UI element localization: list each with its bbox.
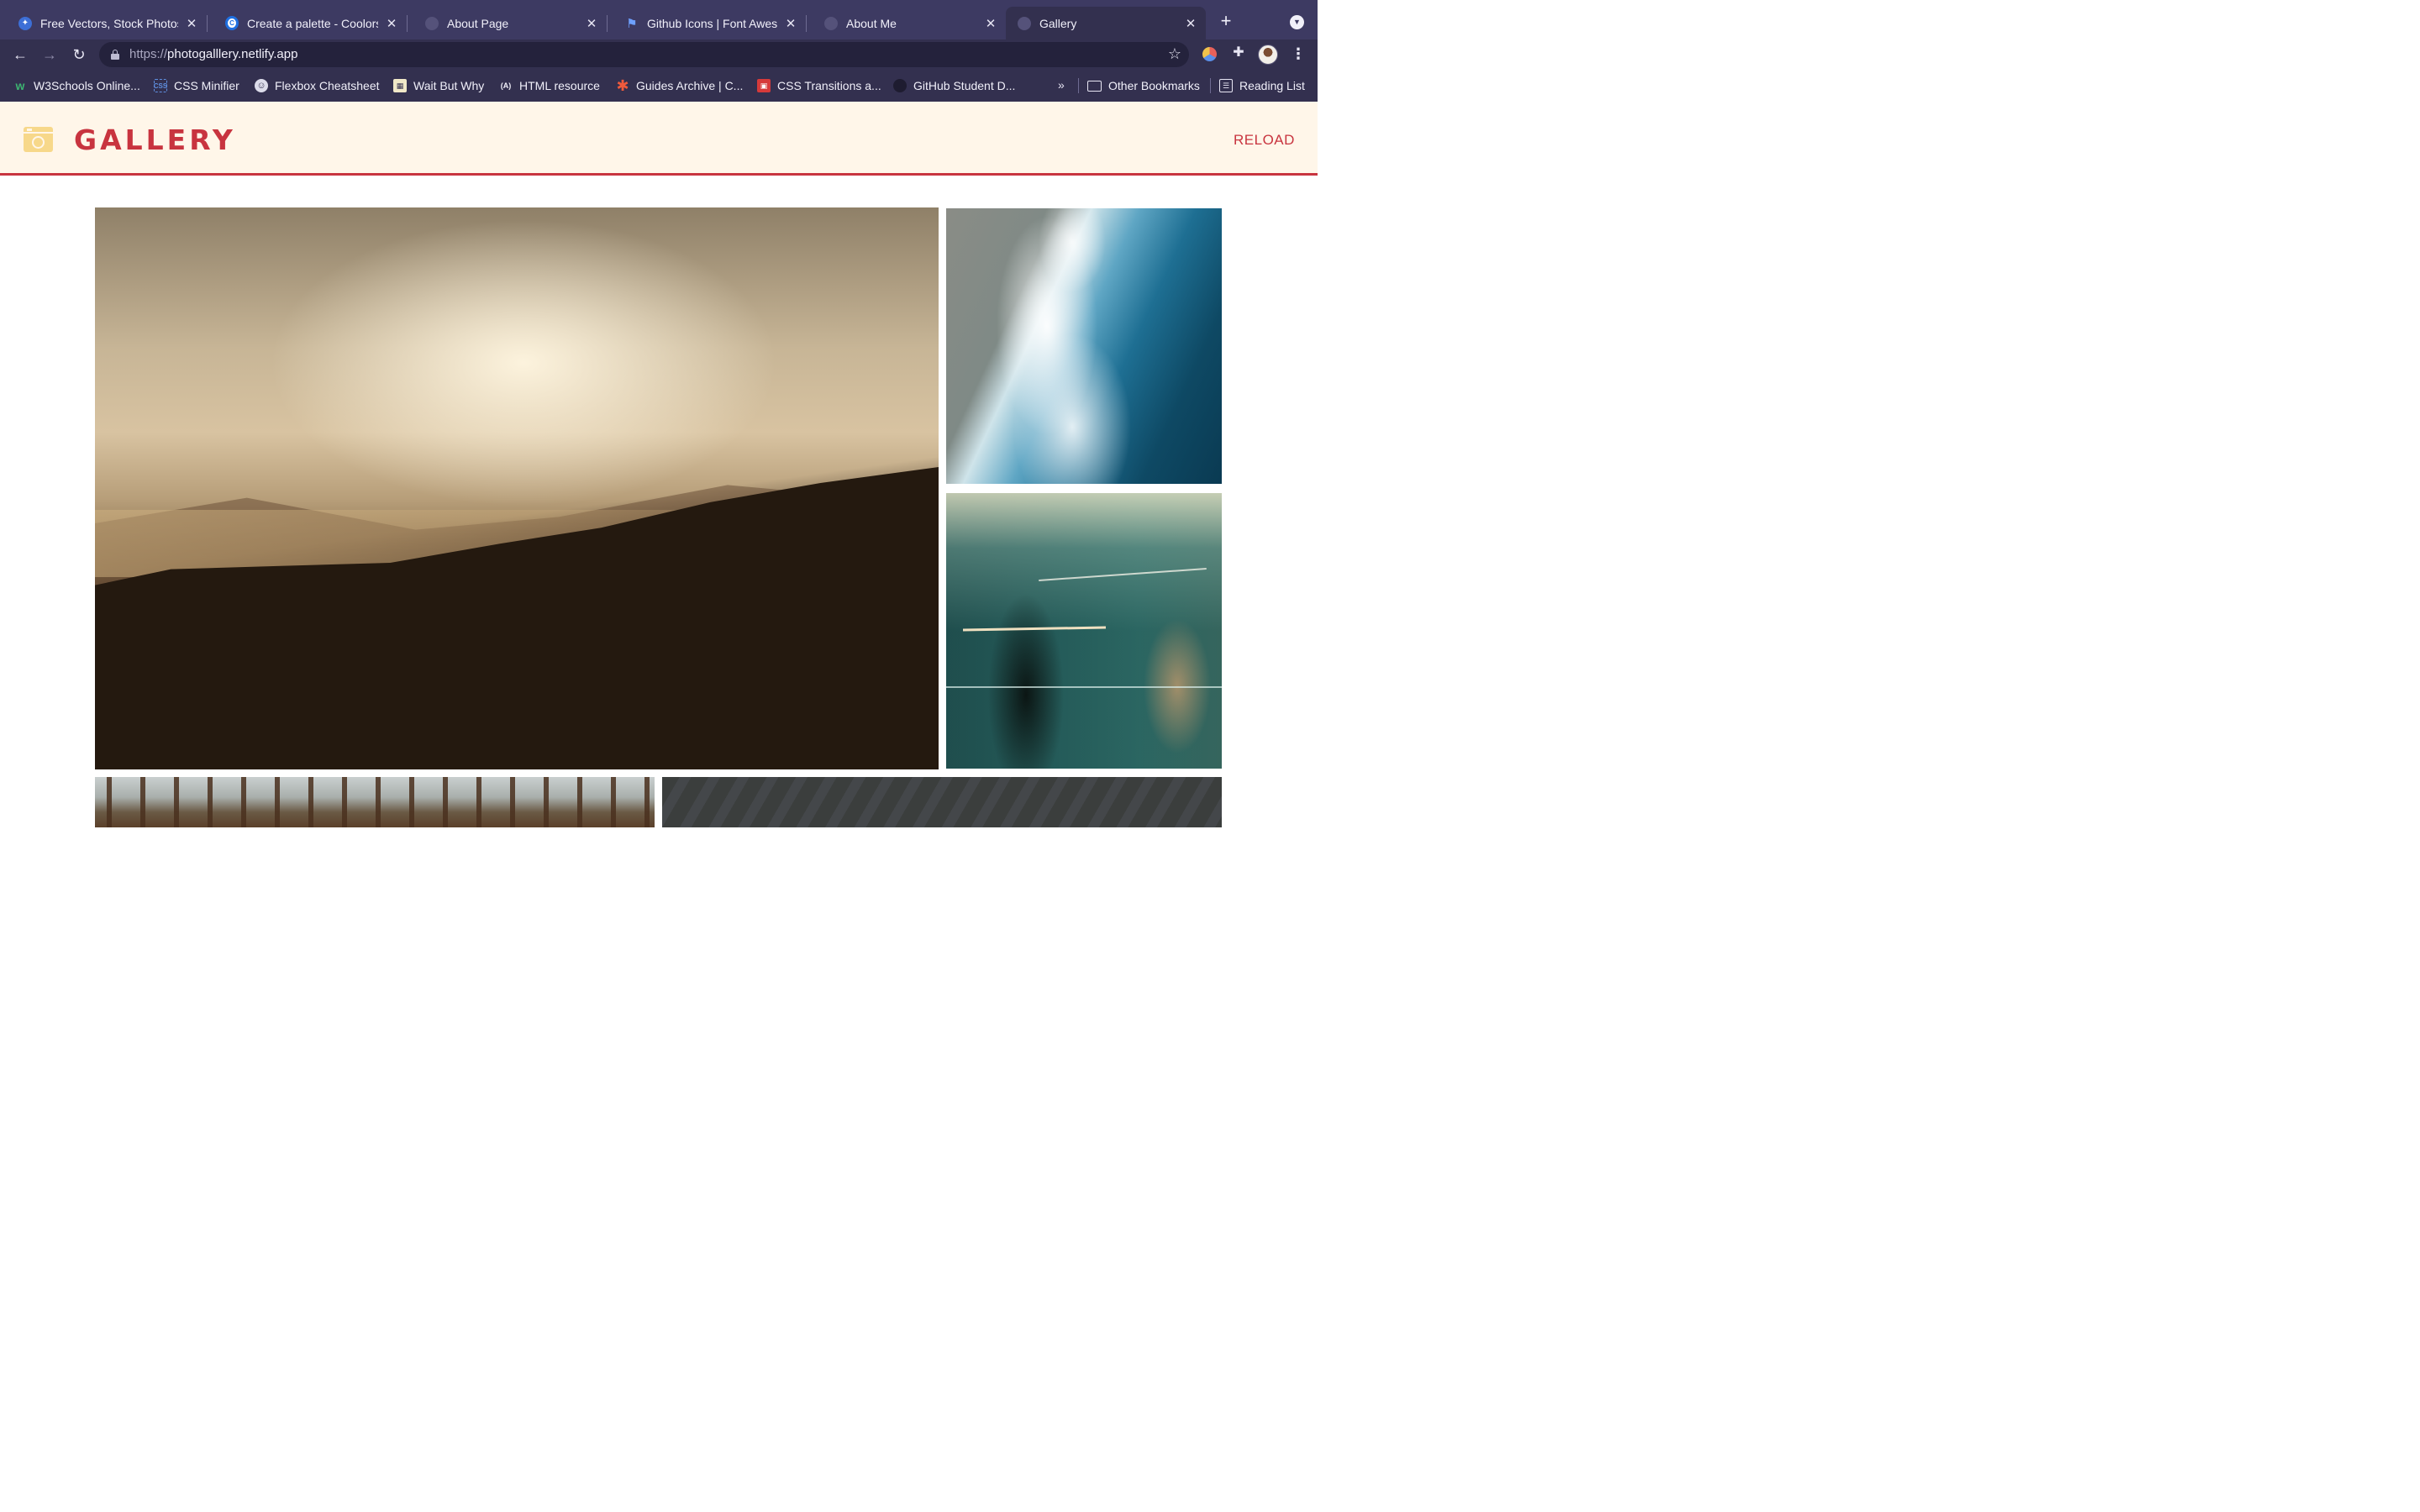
tab-gallery[interactable]: Gallery ✕: [1006, 7, 1206, 39]
bookmark-label: CSS Minifier: [174, 79, 239, 92]
url-text: https://photogalllery.netlify.app: [129, 47, 298, 61]
coolors-icon: C: [225, 16, 239, 30]
photo-pine-forest[interactable]: [95, 777, 655, 827]
reading-list-label: Reading List: [1239, 79, 1305, 92]
tab-label: Github Icons | Font Awesome: [647, 16, 777, 30]
close-icon[interactable]: ✕: [383, 15, 400, 32]
bookmark-css-minifier[interactable]: CSS CSS Minifier: [154, 78, 239, 93]
extension-icon[interactable]: [1202, 47, 1217, 61]
reading-list-icon: ☰: [1219, 79, 1233, 92]
globe-icon: [824, 16, 838, 30]
tab-label: Gallery: [1039, 16, 1077, 30]
close-icon[interactable]: ✕: [583, 15, 600, 32]
bookmark-guides-archive[interactable]: ✱ Guides Archive | C...: [616, 76, 744, 94]
other-bookmarks[interactable]: Other Bookmarks: [1087, 78, 1200, 93]
bookmark-label: HTML resource: [519, 79, 600, 92]
asterisk-icon: ✱: [616, 76, 629, 94]
back-button[interactable]: ←: [10, 45, 30, 65]
flag-icon: ⚑: [626, 16, 638, 31]
address-bar[interactable]: https://photogalllery.netlify.app ☆: [99, 42, 1189, 67]
folder-icon: [1087, 80, 1102, 92]
lock-icon[interactable]: [111, 50, 119, 60]
bookmark-html-resource[interactable]: (A) HTML resource: [499, 78, 600, 93]
close-icon[interactable]: ✕: [183, 15, 200, 32]
tab-about-page[interactable]: About Page ✕: [407, 7, 608, 39]
site-title: GALLERY: [74, 123, 236, 156]
tab-label: Free Vectors, Stock Photos: [40, 16, 178, 30]
bookmark-github-student[interactable]: GitHub Student D...: [893, 78, 1015, 93]
globe-icon: [1018, 16, 1031, 30]
tab-coolors[interactable]: C Create a palette - Coolors ✕: [207, 7, 408, 39]
bookmark-label: CSS Transitions a...: [777, 79, 881, 92]
tab-about-me[interactable]: About Me ✕: [806, 7, 1006, 39]
bookmark-star-icon[interactable]: ☆: [1168, 45, 1181, 63]
bookmark-css-transitions[interactable]: ▣ CSS Transitions a...: [757, 78, 881, 93]
bookmark-wait-but-why[interactable]: ▦ Wait But Why: [393, 78, 484, 93]
close-icon[interactable]: ✕: [1182, 15, 1199, 32]
freepik-icon: ✦: [18, 16, 32, 30]
bookmark-label: W3Schools Online...: [34, 79, 140, 92]
reload-button[interactable]: ↻: [69, 45, 89, 65]
more-menu-icon[interactable]: ⋮: [1291, 45, 1306, 62]
robot-icon: ▣: [757, 79, 771, 92]
browser-tab-bar: ✦ Free Vectors, Stock Photos ✕ C Create …: [0, 0, 1318, 39]
photo-abstract-teal-art[interactable]: [946, 493, 1222, 769]
puzzle-extensions-icon[interactable]: ✚: [1230, 45, 1247, 61]
close-icon[interactable]: ✕: [782, 15, 799, 32]
other-bookmarks-label: Other Bookmarks: [1108, 79, 1200, 92]
tab-label: About Me: [846, 16, 897, 30]
w3schools-icon: w: [15, 79, 25, 92]
photo-misty-sunset-hills[interactable]: [95, 207, 939, 769]
globe-icon: [425, 16, 439, 30]
css-icon: CSS: [154, 79, 167, 92]
tab-search-icon[interactable]: ▼: [1290, 15, 1304, 29]
bookmark-label: Guides Archive | C...: [636, 79, 744, 92]
bookmark-label: Flexbox Cheatsheet: [275, 79, 380, 92]
photo-dark-texture[interactable]: [662, 777, 1222, 827]
waitbutwhy-icon: ▦: [393, 79, 407, 92]
bookmark-label: GitHub Student D...: [913, 79, 1016, 92]
reload-link[interactable]: RELOAD: [1234, 132, 1295, 149]
bookmarks-overflow-button[interactable]: »: [1058, 78, 1065, 92]
new-tab-button[interactable]: +: [1216, 12, 1236, 32]
tab-label: About Page: [447, 16, 509, 30]
bookmark-w3schools[interactable]: w W3Schools Online...: [13, 78, 140, 93]
flexbox-icon: ☺: [255, 79, 268, 92]
photo-ocean-waves-aerial[interactable]: [946, 208, 1222, 484]
profile-avatar[interactable]: [1258, 45, 1278, 65]
tab-label: Create a palette - Coolors: [247, 16, 378, 30]
camera-icon: [24, 127, 53, 152]
forward-button[interactable]: →: [39, 45, 60, 65]
close-icon[interactable]: ✕: [982, 15, 999, 32]
bookmark-label: Wait But Why: [413, 79, 485, 92]
bookmark-flexbox[interactable]: ☺ Flexbox Cheatsheet: [255, 78, 380, 93]
github-icon: [893, 79, 907, 92]
html-icon: (A): [500, 81, 512, 90]
photo-gallery: [0, 177, 1318, 827]
reading-list[interactable]: ☰ Reading List: [1219, 78, 1305, 93]
tab-free-vectors[interactable]: ✦ Free Vectors, Stock Photos ✕: [0, 7, 208, 39]
browser-toolbar: ← → ↻ https://photogalllery.netlify.app …: [0, 39, 1318, 71]
site-header: GALLERY RELOAD: [0, 102, 1318, 176]
tab-github-icons[interactable]: ⚑ Github Icons | Font Awesome ✕: [607, 7, 807, 39]
